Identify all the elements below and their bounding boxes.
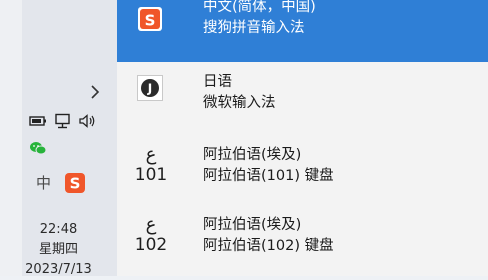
ime-item-label: 中文(简体，中国) 搜狗拼音输入法: [203, 0, 316, 39]
svg-text:J: J: [147, 82, 152, 96]
taskbar: 中 S 22:48 星期四 2023/7/13: [0, 0, 117, 277]
ime-item-title: 中文(简体，中国): [203, 0, 316, 15]
ime-item-arabic-101[interactable]: ع 101 阿拉伯语(埃及) 阿拉伯语(101) 键盘: [117, 136, 488, 206]
ime-mode-indicator[interactable]: 中: [36, 172, 51, 193]
arabic-keyboard-icon: ع 102: [131, 214, 171, 256]
ime-item-label: 阿拉伯语(埃及) 阿拉伯语(101) 键盘: [203, 145, 334, 187]
arabic-glyph: ع: [145, 144, 157, 165]
ime-item-japanese[interactable]: J 日语 微软输入法: [117, 62, 488, 132]
volume-icon[interactable]: [79, 113, 97, 129]
clock-weekday: 星期四: [38, 242, 78, 257]
input-method-panel: S 中文(简体，中国) 搜狗拼音输入法 J 日语 微软输入法 ع 101 阿拉伯…: [117, 0, 488, 276]
ime-item-subtitle: 搜狗拼音输入法: [203, 20, 305, 36]
arabic-keyboard-icon: ع 101: [131, 144, 171, 186]
keyboard-layout-number: 102: [134, 235, 168, 255]
wechat-icon[interactable]: [29, 140, 47, 156]
ime-item-subtitle: 阿拉伯语(102) 键盘: [203, 238, 334, 254]
keyboard-layout-number: 101: [134, 165, 168, 185]
network-icon[interactable]: [54, 113, 72, 129]
svg-text:S: S: [145, 12, 156, 30]
ime-item-label: 日语 微软输入法: [203, 72, 276, 114]
battery-icon[interactable]: [29, 115, 47, 127]
ime-item-title: 阿拉伯语(埃及): [203, 217, 302, 233]
ime-item-label: 阿拉伯语(埃及) 阿拉伯语(102) 键盘: [203, 215, 334, 257]
ime-j-icon: J: [137, 75, 163, 101]
ime-item-title: 日语: [203, 74, 232, 90]
ime-tray: 中 S: [36, 172, 86, 193]
system-tray-icons: [29, 113, 97, 129]
sogou-tray-icon[interactable]: S: [65, 172, 86, 193]
ime-item-subtitle: 微软输入法: [203, 95, 276, 111]
ime-item-arabic-102[interactable]: ع 102 阿拉伯语(埃及) 阿拉伯语(102) 键盘: [117, 206, 488, 276]
clock[interactable]: 22:48 星期四 2023/7/13: [0, 220, 117, 280]
clock-date: 2023/7/13: [25, 262, 92, 277]
show-hidden-icons-chevron-icon[interactable]: [88, 82, 102, 102]
ime-item-subtitle: 阿拉伯语(101) 键盘: [203, 168, 334, 184]
ime-item-title: 阿拉伯语(埃及): [203, 147, 302, 163]
svg-text:S: S: [70, 174, 81, 192]
arabic-glyph: ع: [145, 214, 157, 235]
clock-time: 22:48: [39, 222, 78, 237]
ime-item-chinese-sogou[interactable]: S 中文(简体，中国) 搜狗拼音输入法: [117, 0, 488, 62]
sogou-icon: S: [138, 7, 162, 31]
